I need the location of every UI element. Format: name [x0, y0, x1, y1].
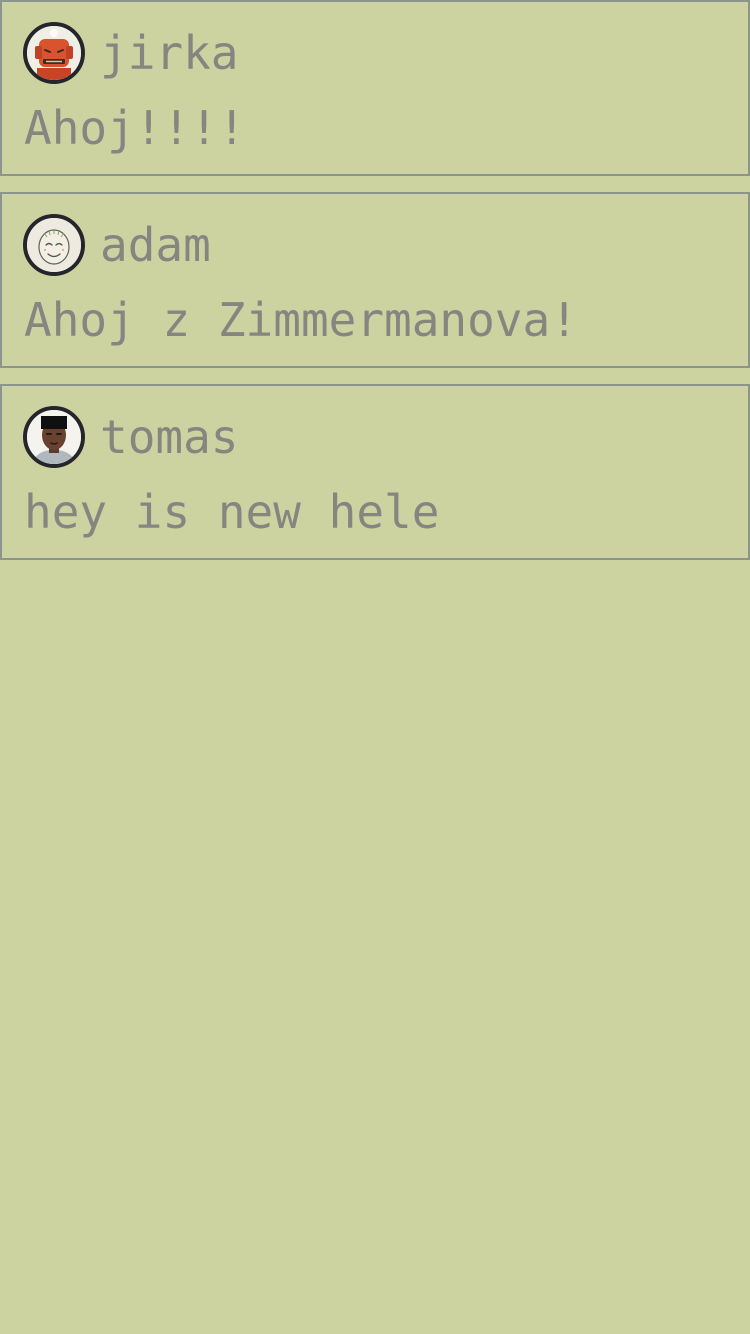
message-text: Ahoj z Zimmermanova!	[24, 293, 578, 347]
avatar	[23, 406, 85, 468]
message-card: adam Ahoj z Zimmermanova!	[0, 192, 750, 368]
message-feed: jirka Ahoj!!!! adam Ahoj z Zimmermanova!	[0, 0, 750, 560]
avatar	[23, 22, 85, 84]
person-avatar-icon	[27, 410, 81, 464]
message-username: jirka	[100, 26, 239, 80]
message-text: Ahoj!!!!	[24, 101, 246, 155]
message-text: hey is new hele	[24, 485, 440, 539]
avatar	[23, 214, 85, 276]
red-robot-avatar-icon	[27, 26, 81, 80]
message-card: tomas hey is new hele	[0, 384, 750, 560]
message-username: adam	[100, 218, 211, 272]
message-username: tomas	[100, 410, 239, 464]
message-card: jirka Ahoj!!!!	[0, 0, 750, 176]
smiling-face-avatar-icon	[27, 218, 81, 272]
